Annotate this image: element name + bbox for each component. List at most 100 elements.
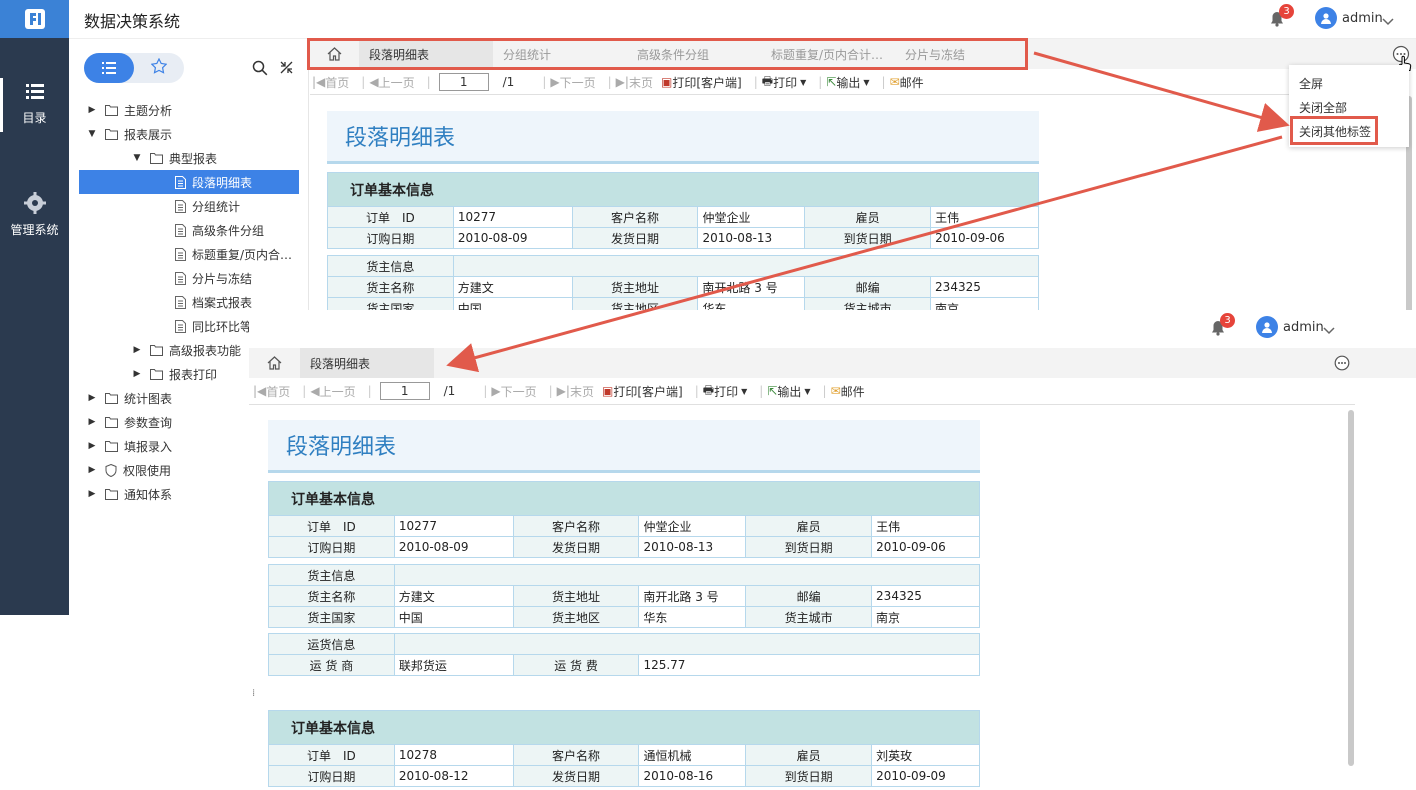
tree-item-paragraph-detail[interactable]: 段落明细表: [79, 170, 299, 194]
tree-item-label: 分组统计: [192, 199, 241, 214]
caret-down-icon: ▼: [804, 386, 811, 396]
print-button[interactable]: 🖶 打印 ▼: [703, 381, 748, 402]
nav-admin[interactable]: 管理系统: [0, 192, 69, 238]
print-client-button[interactable]: ▣ 打印[客户端]: [602, 383, 683, 400]
tree-item-label: 填报录入: [124, 439, 173, 454]
caret-right-icon[interactable]: ▶: [132, 345, 142, 355]
tree-item-typical[interactable]: ▼ 典型报表: [79, 146, 309, 170]
folder-icon: [105, 440, 118, 452]
file-icon: [175, 319, 186, 333]
folder-icon: [150, 152, 163, 164]
caret-right-icon[interactable]: ▶: [87, 489, 97, 499]
nav-catalog-label: 目录: [22, 111, 47, 125]
tree-item-label: 高级条件分组: [192, 223, 265, 238]
export-icon: ⇱: [826, 75, 837, 89]
pdf-icon: ▣: [660, 75, 673, 89]
caret-down-icon: ▼: [741, 386, 748, 396]
tree-item-theme[interactable]: ▶ 主题分析: [79, 98, 309, 122]
last-page-button[interactable]: ▶| 末页: [616, 74, 653, 91]
collapse-all-icon[interactable]: [279, 60, 294, 79]
tree-item-group-stats[interactable]: 分组统计: [79, 194, 309, 218]
tab-paragraph-detail[interactable]: 段落明细表: [300, 348, 434, 378]
shipper-table-1: 货主信息 货主名称 方建文 货主地址 南开北路 3 号邮编 234325 货主国家 中国货…: [268, 564, 981, 628]
shield-icon: [105, 463, 117, 477]
print-client-button[interactable]: ▣ 打印[客户端]: [661, 74, 742, 91]
report-preview-top: 段落明细表 订单基本信息 订单 ID 10277 客户名称 仲堂企业 雇员 王伟 订购日期…: [310, 96, 1400, 310]
more-options-icon[interactable]: [1334, 355, 1350, 375]
avatar[interactable]: [1256, 316, 1278, 338]
caret-right-icon[interactable]: ▶: [87, 417, 97, 427]
page-total: /1: [443, 384, 456, 398]
order-table-2: 订单基本信息 订单 ID 10278 客户名称 通恒机械 雇员 刘英玫 订购日期 2010-…: [268, 710, 980, 787]
first-page-icon: |◀: [253, 384, 267, 398]
caret-right-icon[interactable]: ▶: [87, 393, 97, 403]
tree-item-label: 报表打印: [169, 367, 218, 382]
search-icon[interactable]: [252, 60, 268, 80]
file-icon: [175, 295, 186, 309]
notification-badge: 3: [1220, 313, 1235, 328]
export-button[interactable]: ⇱ 输出 ▼: [767, 383, 810, 400]
page-input[interactable]: 1: [438, 73, 489, 91]
highlight-box-tabs: [307, 38, 1028, 70]
favorites-button[interactable]: [134, 53, 184, 83]
printer-icon: 🖶: [702, 382, 715, 397]
folder-icon: [105, 416, 118, 428]
avatar[interactable]: [1315, 7, 1337, 29]
prev-page-button[interactable]: ◀ 上一页: [369, 74, 414, 91]
next-page-icon: ▶: [550, 75, 560, 89]
tree-item-report-show[interactable]: ▼ 报表展示: [79, 122, 309, 146]
menu-item-fullscreen[interactable]: 全屏: [1299, 75, 1323, 92]
first-page-button[interactable]: |◀ 首页: [312, 74, 349, 91]
tree-item-label: 参数查询: [124, 415, 173, 430]
star-icon: [150, 57, 168, 78]
export-icon: ⇱: [767, 384, 778, 398]
last-page-icon: ▶|: [615, 75, 629, 89]
first-page-icon: |◀: [312, 75, 326, 89]
tree-item-split-freeze[interactable]: 分片与冻结: [79, 266, 309, 290]
file-icon: [175, 199, 186, 213]
scrollbar[interactable]: [1348, 410, 1354, 766]
chevron-down-icon[interactable]: [1323, 320, 1335, 339]
mail-button[interactable]: ✉ 邮件: [890, 74, 924, 91]
home-icon[interactable]: [249, 348, 299, 378]
report-title: 段落明细表: [327, 111, 1039, 164]
tree-item-advanced-group[interactable]: 高级条件分组: [79, 218, 309, 242]
next-page-button[interactable]: ▶ 下一页: [491, 383, 536, 400]
report-toolbar-top: |◀ 首页 | ◀ 上一页 | 1 /1 | ▶ 下一页 | ▶| 末页 ▣ 打印[客户端…: [312, 71, 1012, 93]
caret-right-icon[interactable]: ▶: [87, 105, 97, 115]
app-logo[interactable]: [0, 0, 69, 38]
nav-catalog[interactable]: 目录: [0, 82, 69, 126]
section-title: 订单基本信息: [327, 172, 1039, 207]
user-name[interactable]: admin: [1342, 11, 1383, 26]
tree-divider: [308, 38, 309, 310]
shipper-table-1: 货主信息 货主名称 方建文 货主地址 南开北路 3 号邮编 234325 货主国家 中国货…: [327, 255, 1040, 310]
menu-item-close-all[interactable]: 关闭全部: [1299, 99, 1347, 116]
prev-page-icon: ◀: [369, 75, 379, 89]
notification-badge: 3: [1279, 4, 1294, 19]
tree-item-label: 典型报表: [169, 151, 218, 166]
order-table-1: 订单基本信息 订单 ID 10277 客户名称 仲堂企业 雇员 王伟 订购日期 2010-0…: [268, 481, 980, 558]
chevron-down-icon[interactable]: [1382, 11, 1394, 30]
tree-item-title-repeat[interactable]: 标题重复/页内合…: [79, 242, 309, 266]
toolbar-divider: [310, 94, 1406, 95]
last-page-button[interactable]: ▶| 末页: [557, 383, 594, 400]
carrier-table-1: 运货信息 运 货 商联邦货运运 货 费 125.77: [268, 633, 981, 676]
caret-right-icon[interactable]: ▶: [87, 465, 97, 475]
mail-button[interactable]: ✉ 邮件: [831, 383, 865, 400]
caret-right-icon[interactable]: ▶: [87, 441, 97, 451]
user-name[interactable]: admin: [1283, 320, 1324, 335]
first-page-button[interactable]: |◀ 首页: [253, 383, 290, 400]
print-button[interactable]: 🖶 打印 ▼: [762, 72, 807, 93]
list-view-button[interactable]: [84, 53, 134, 83]
caret-down-icon[interactable]: ▼: [132, 153, 142, 163]
caret-right-icon[interactable]: ▶: [132, 369, 142, 379]
resize-handle-icon[interactable]: ⁞: [252, 688, 255, 699]
export-button[interactable]: ⇱ 输出 ▼: [826, 74, 869, 91]
prev-page-button[interactable]: ◀ 上一页: [310, 383, 355, 400]
tree-item-label: 档案式报表: [192, 295, 253, 310]
page-input[interactable]: 1: [379, 382, 430, 400]
caret-down-icon[interactable]: ▼: [87, 129, 97, 139]
printer-icon: 🖶: [761, 73, 774, 88]
next-page-button[interactable]: ▶ 下一页: [550, 74, 595, 91]
folder-icon: [105, 488, 118, 500]
